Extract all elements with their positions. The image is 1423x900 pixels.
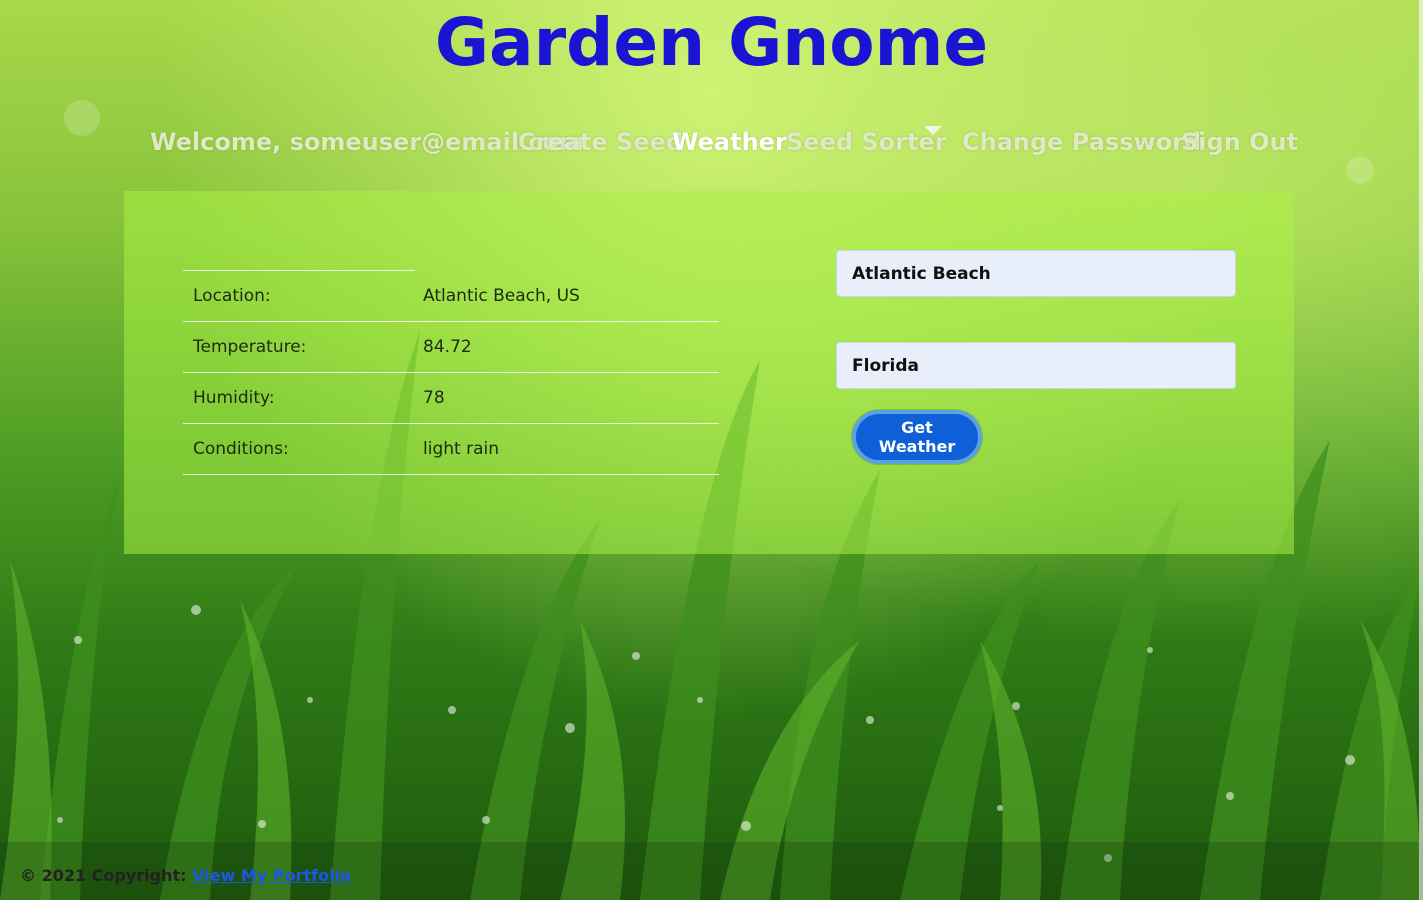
get-weather-button[interactable]: Get Weather xyxy=(852,410,982,464)
footer: © 2021 Copyright: View My Portfolio xyxy=(20,866,351,885)
nav-change-password[interactable]: Change Password xyxy=(962,128,1201,156)
nav-seed-sorter[interactable]: Seed Sorter xyxy=(786,128,947,156)
row-label: Humidity: xyxy=(193,388,275,408)
row-value: light rain xyxy=(423,439,500,459)
row-label: Temperature: xyxy=(193,337,307,357)
table-row: Temperature: 84.72 xyxy=(183,322,719,373)
nav-weather[interactable]: Weather xyxy=(672,128,787,156)
row-label: Location: xyxy=(183,270,416,322)
city-input[interactable] xyxy=(836,250,1236,297)
row-value: 84.72 xyxy=(423,337,472,357)
weather-table: Location: Atlantic Beach, US Temperature… xyxy=(183,270,719,475)
main-nav: Welcome, someuser@email.com Create Seed … xyxy=(0,128,1423,172)
row-label: Conditions: xyxy=(193,439,289,459)
site-title: Garden Gnome xyxy=(434,4,989,81)
row-value: Atlantic Beach, US xyxy=(423,285,580,306)
table-row: Conditions: light rain xyxy=(183,424,719,475)
row-value: 78 xyxy=(423,388,445,408)
nav-create-seed[interactable]: Create Seed xyxy=(518,128,683,156)
state-input[interactable] xyxy=(836,342,1236,389)
nav-sign-out[interactable]: Sign Out xyxy=(1181,128,1298,156)
chevron-down-icon[interactable] xyxy=(924,126,942,135)
table-row: Humidity: 78 xyxy=(183,373,719,424)
portfolio-link[interactable]: View My Portfolio xyxy=(192,866,351,885)
scrollbar[interactable] xyxy=(1419,0,1423,900)
table-row: Location: Atlantic Beach, US xyxy=(183,270,719,322)
footer-copyright: © 2021 Copyright: xyxy=(20,866,187,885)
